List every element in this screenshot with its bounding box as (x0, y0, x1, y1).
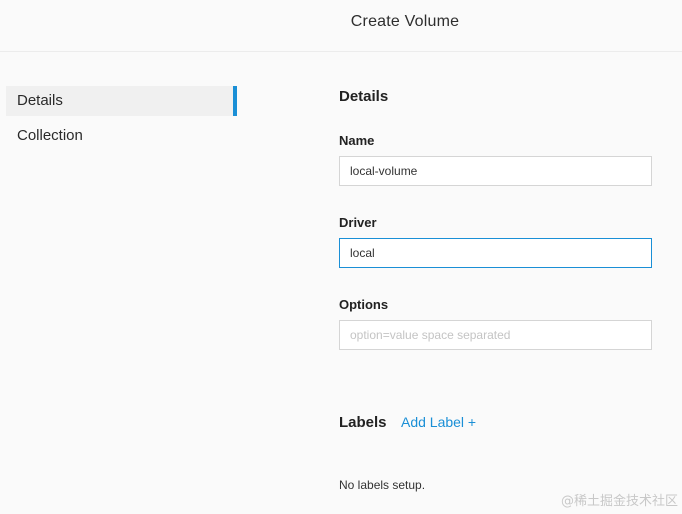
page-title: Create Volume (350, 13, 460, 30)
add-label-link[interactable]: Add Label + (401, 414, 476, 430)
section-title-details: Details (339, 88, 389, 105)
options-input[interactable] (339, 320, 652, 350)
no-labels-message: No labels setup. (339, 478, 426, 492)
sidebar-item-details[interactable]: Details (6, 86, 237, 116)
labels-title: Labels (339, 414, 387, 431)
sidebar: Details Collection (0, 52, 240, 514)
create-volume-page: Create Volume Details Collection Details… (0, 0, 682, 514)
labels-header: Labels Add Label + (339, 414, 476, 432)
header: Create Volume (0, 0, 682, 52)
name-label: Name (339, 133, 375, 148)
sidebar-item-collection[interactable]: Collection (6, 121, 237, 151)
watermark: @稀土掘金技术社区 (560, 494, 678, 509)
driver-label: Driver (339, 215, 377, 230)
options-label: Options (339, 297, 389, 312)
driver-input[interactable] (339, 238, 652, 268)
name-input[interactable] (339, 156, 652, 186)
